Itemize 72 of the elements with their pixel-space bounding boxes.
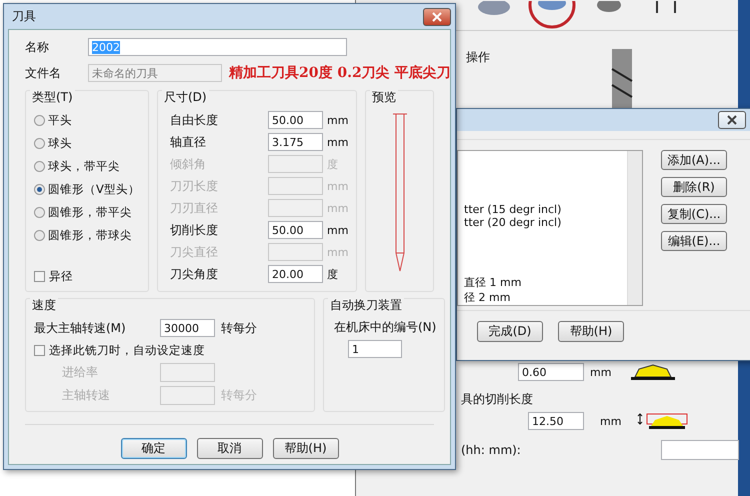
speed-label: 主轴转速 [62, 387, 111, 404]
dimension-field[interactable]: 50.00 [268, 111, 323, 129]
group-title: 尺寸(D) [162, 89, 209, 106]
radio-option[interactable]: 球头，带平尖 [34, 157, 120, 175]
max-spindle-field[interactable]: 30000 [160, 319, 215, 337]
radio-option[interactable]: 圆锥形，带球尖 [34, 226, 132, 244]
dimension-label: 刀尖角度 [170, 266, 219, 282]
library-button[interactable]: 编辑(E)... [661, 231, 727, 251]
dialog-button[interactable]: 帮助(H) [272, 438, 338, 459]
tool-number-label: 在机床中的编号(N) [334, 319, 436, 336]
cut-length-label: 具的切削长度 [461, 391, 533, 408]
radio-option[interactable]: 球头 [34, 134, 72, 152]
tool-list-item[interactable]: 直径 1 mm [458, 275, 522, 290]
unit-label: mm [327, 202, 348, 214]
dimension-label: 自由长度 [170, 112, 219, 128]
unit-label: 度 [327, 156, 338, 172]
unit-label: mm [590, 366, 612, 378]
tool-list-item[interactable]: tter (20 degr incl) [458, 216, 562, 229]
unit-label: mm [600, 414, 622, 428]
dimension-label: 切削长度 [170, 222, 219, 238]
unit-label: mm [327, 136, 348, 148]
radio-option[interactable]: 平头 [34, 111, 72, 129]
dimension-field[interactable]: 3.175 [268, 133, 323, 151]
group-title: 自动换刀装置 [328, 297, 404, 314]
cut-length-field[interactable]: 12.50 [528, 412, 584, 430]
checkbox-option[interactable]: 异径 [34, 267, 73, 285]
dimension-field[interactable]: 20.00 [268, 265, 323, 283]
close-button[interactable] [423, 8, 451, 26]
dimension-label: 轴直径 [170, 134, 207, 150]
dimension-label: 刀刃长度 [170, 178, 219, 194]
close-icon [432, 12, 442, 22]
tool-list-item[interactable]: tter (15 degr incl) [458, 203, 562, 216]
close-icon [727, 115, 737, 125]
unit-label: 转每分 [221, 320, 257, 336]
checkbox-option[interactable]: 选择此铣刀时，自动设定速度 [34, 341, 205, 359]
dimension-label: 刀尖直径 [170, 244, 219, 260]
time-label: (hh: mm): [461, 443, 521, 457]
stepover-field[interactable]: 0.60 [518, 363, 584, 381]
radio-option[interactable]: 圆锥形（V型头） [34, 180, 140, 198]
group-title: 类型(T) [30, 89, 75, 106]
name-label: 名称 [25, 38, 50, 56]
unit-label: mm [327, 224, 348, 236]
unit-label: mm [327, 246, 348, 258]
unit-label: mm [327, 114, 348, 126]
dialog-button[interactable]: 完成(D) [477, 321, 543, 342]
group-title: 预览 [370, 89, 398, 106]
library-button[interactable]: 删除(R) [661, 177, 727, 197]
close-button[interactable] [718, 111, 746, 129]
dialog-button[interactable]: 帮助(H) [558, 321, 624, 342]
speed-label: 进给率 [62, 364, 99, 381]
max-spindle-label: 最大主轴转速(M) [34, 320, 127, 336]
dialog-button[interactable]: 取消 [196, 438, 262, 459]
section-heading: 操作 [466, 49, 490, 66]
tool-number-field[interactable]: 1 [348, 340, 402, 358]
dimension-field[interactable]: 50.00 [268, 221, 323, 239]
dialog-button[interactable]: 确定 [120, 438, 186, 459]
end-mill-icon [610, 49, 634, 109]
unit-label: mm [327, 180, 348, 192]
library-button[interactable]: 添加(A)... [661, 150, 727, 170]
profile-diagram-icon [629, 363, 678, 381]
time-field[interactable] [660, 440, 739, 460]
dimension-label: 倾斜角 [170, 156, 207, 172]
annotation-text: 精加工刀具20度 0.2刀尖 平底尖刀 [229, 64, 451, 82]
unit-label: 度 [327, 266, 338, 282]
library-button[interactable]: 复制(C)... [661, 204, 727, 224]
scrollbar[interactable] [627, 151, 642, 305]
file-name-label: 文件名 [25, 64, 62, 82]
dimension-label: 刀刃直径 [170, 200, 219, 216]
window-title: 刀具 [12, 8, 36, 25]
unit-label: 转每分 [221, 387, 257, 404]
tool-list-item[interactable]: 径 2 mm [458, 290, 510, 305]
radio-option[interactable]: 圆锥形，带平尖 [34, 203, 132, 221]
